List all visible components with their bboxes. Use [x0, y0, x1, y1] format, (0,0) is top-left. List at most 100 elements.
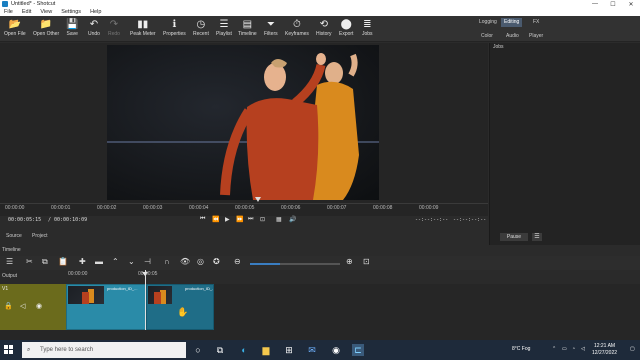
obs-icon[interactable]: ◉ [330, 344, 342, 356]
zoom-icon[interactable]: ⊡ [260, 216, 265, 223]
jobs-button[interactable]: ≣ Jobs [362, 18, 373, 37]
recent-button[interactable]: ◷ Recent [193, 18, 209, 37]
playlist-button[interactable]: ☰ Playlist [216, 18, 232, 37]
taskbar-clock[interactable]: 12:21 AM 12/27/2022 [592, 343, 617, 357]
file-explorer-icon[interactable]: ▆ [260, 344, 272, 356]
redo-button[interactable]: ↷ Redo [108, 18, 120, 37]
menu-edit[interactable]: Edit [22, 9, 31, 15]
grid-icon[interactable]: ▦ [276, 216, 282, 223]
copy-icon[interactable]: ⧉ [42, 257, 48, 267]
tab-source[interactable]: Source [6, 233, 22, 239]
ripple-all-icon[interactable]: ✪ [213, 257, 220, 266]
export-button[interactable]: ⬤ Export [339, 18, 353, 37]
undo-button[interactable]: ↶ Undo [88, 18, 100, 37]
zoom-in-icon[interactable]: ⊕ [346, 257, 353, 266]
play-icon[interactable]: ▶ [225, 216, 230, 223]
maximize-button[interactable]: ☐ [604, 1, 622, 8]
properties-button[interactable]: ℹ Properties [163, 18, 186, 37]
timeline-clip[interactable]: production_ID_... ✋ [146, 284, 214, 330]
player-playhead-marker[interactable] [255, 197, 261, 202]
skip-previous-icon[interactable]: ⏮ [200, 216, 205, 223]
v1-track-name: V1 [2, 286, 9, 292]
peak-meter-button[interactable]: ▮▮ Peak Meter [130, 18, 156, 37]
timeline-menu-icon[interactable]: ☰ [6, 257, 13, 266]
volume-icon[interactable]: 🔊 [289, 216, 296, 223]
hide-eye-icon[interactable]: ◉ [36, 302, 42, 310]
split-icon[interactable]: ⊣ [144, 257, 151, 266]
shotcut-taskbar-icon[interactable]: ⊏ [352, 344, 364, 356]
lift-icon[interactable]: ⌃ [112, 257, 119, 266]
layout-editing-tab[interactable]: Editing [501, 18, 523, 27]
cut-icon[interactable]: ✂ [26, 257, 33, 266]
notifications-icon[interactable]: ▢ [630, 346, 635, 352]
cortana-icon[interactable]: ○ [192, 344, 204, 356]
timeline-toolbar: ☰ ✂ ⧉ 📋 ✚ ▬ ⌃ ⌄ ⊣ ∩ 👁 ◎ ✪ ⊖ ⊕ ⊡ [0, 256, 640, 270]
jobs-panel: Jobs Pause ☰ [489, 43, 640, 245]
menu-file[interactable]: File [4, 9, 13, 15]
keyframes-button[interactable]: ⏱ Keyframes [285, 18, 309, 37]
skip-next-icon[interactable]: ⏭ [248, 216, 253, 223]
video-preview[interactable] [107, 45, 379, 200]
minimize-button[interactable]: — [586, 1, 604, 7]
taskbar-search-input[interactable]: ⌕ Type here to search [22, 342, 186, 358]
zoom-fit-icon[interactable]: ⊡ [363, 257, 370, 266]
rewind-icon[interactable]: ⏪ [212, 216, 219, 223]
mail-icon[interactable]: ✉ [306, 344, 318, 356]
layout-color-tab[interactable]: Color [478, 32, 496, 41]
save-icon: 💾 [66, 19, 79, 30]
clip-thumbnail [68, 286, 104, 304]
fast-forward-icon[interactable]: ⏩ [236, 216, 243, 223]
timeline-ruler-label: 00:00:00 [68, 271, 88, 277]
timeline-clip[interactable]: production_ID_... [66, 284, 146, 330]
overwrite-icon[interactable]: ⌄ [128, 257, 135, 266]
timeline-playhead[interactable] [145, 270, 146, 330]
network-icon[interactable]: ▭ [562, 346, 567, 352]
open-file-button[interactable]: 📂 Open File [4, 18, 26, 37]
speaker-icon[interactable]: ◁ [581, 346, 585, 352]
player-ruler-label: 00:00:07 [327, 205, 347, 211]
remove-icon[interactable]: ▬ [95, 257, 103, 266]
tab-project[interactable]: Project [32, 233, 48, 239]
weather-text[interactable]: 8°C Fog [512, 346, 530, 352]
timeline-ruler[interactable]: 00:00:00 00:00:05 [66, 270, 640, 284]
scrub-eye-icon[interactable]: 👁 [180, 257, 190, 266]
menu-view[interactable]: View [40, 9, 52, 15]
layout-logging-tab[interactable]: Logging [476, 18, 500, 27]
redo-icon: ↷ [109, 19, 119, 30]
save-button[interactable]: 💾 Save [66, 18, 78, 37]
menu-help[interactable]: Help [90, 9, 101, 15]
append-icon[interactable]: ✚ [79, 257, 86, 266]
player-ruler-label: 00:00:01 [51, 205, 71, 211]
windows-start-icon[interactable] [4, 345, 14, 355]
edge-icon[interactable]: ◐ [238, 344, 250, 356]
pause-jobs-button[interactable]: Pause [500, 233, 528, 241]
layout-audio-tab[interactable]: Audio [503, 32, 522, 41]
jobs-menu-icon[interactable]: ☰ [532, 233, 542, 241]
timeline-button[interactable]: ▤ Timeline [238, 18, 257, 37]
wifi-icon[interactable]: ◔ [572, 346, 575, 352]
zoom-out-icon[interactable]: ⊖ [234, 257, 241, 266]
player-ruler[interactable]: 00:00:00 00:00:01 00:00:02 00:00:03 00:00:04… [0, 203, 488, 215]
timeline-zoom-slider[interactable] [250, 263, 340, 265]
snap-magnet-icon[interactable]: ∩ [164, 257, 170, 266]
current-timecode[interactable]: 00:00:05:15 [8, 217, 41, 223]
layout-fx-tab[interactable]: FX [530, 18, 542, 27]
history-button[interactable]: ⟲ History [316, 18, 332, 37]
layout-player-tab[interactable]: Player [526, 32, 546, 41]
mute-icon[interactable]: ◁ [20, 302, 25, 310]
store-icon[interactable]: ⊞ [283, 344, 295, 356]
tray-chevron-icon[interactable]: ⌃ [552, 346, 556, 352]
jobs-title: Jobs [493, 44, 504, 50]
menu-settings[interactable]: Settings [61, 9, 81, 15]
close-button[interactable]: ✕ [622, 1, 640, 8]
output-track-header[interactable]: Output [0, 270, 66, 284]
lock-icon[interactable]: 🔒 [4, 302, 13, 310]
export-icon: ⬤ [340, 19, 352, 30]
task-view-icon[interactable]: ⧉ [214, 344, 226, 356]
v1-track-header[interactable]: V1 🔒 ◁ ◉ [0, 284, 66, 330]
paste-icon[interactable]: 📋 [58, 257, 68, 266]
jobs-icon: ≣ [363, 19, 372, 30]
filters-button[interactable]: ⏷ Filters [264, 18, 278, 37]
ripple-icon[interactable]: ◎ [197, 257, 204, 266]
open-other-button[interactable]: 📁 Open Other [33, 18, 59, 37]
